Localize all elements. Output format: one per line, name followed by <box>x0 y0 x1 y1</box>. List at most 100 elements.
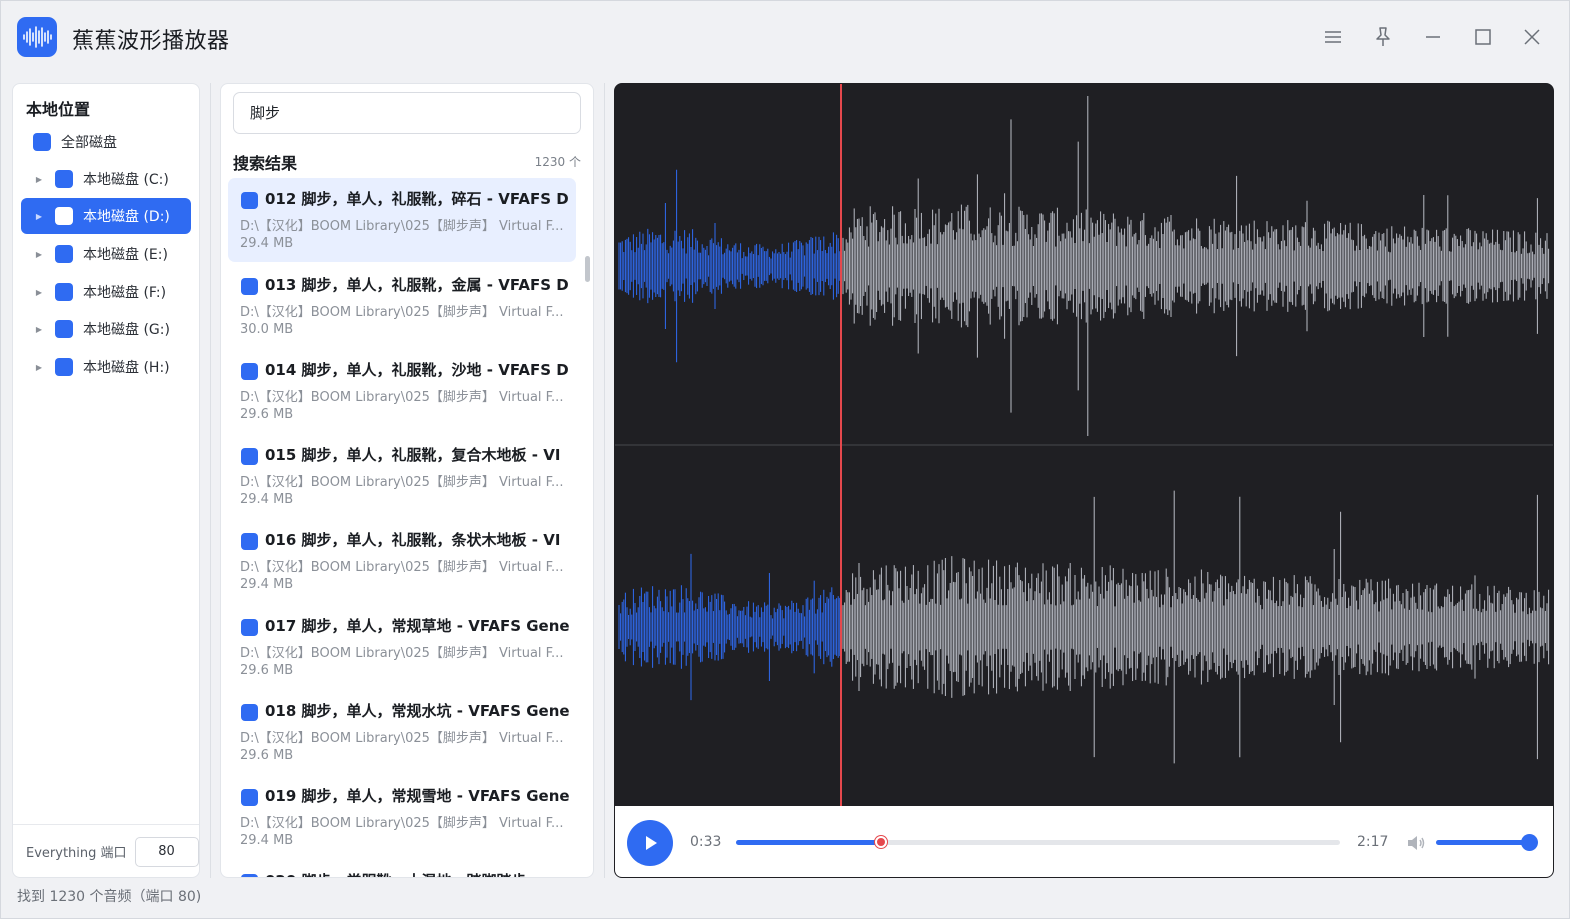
maximize-button[interactable] <box>1469 23 1497 51</box>
results-count: 1230 个 <box>534 155 581 169</box>
expand-arrow-icon[interactable]: ▶ <box>33 363 45 372</box>
volume-icon[interactable] <box>1405 832 1427 854</box>
menu-button[interactable] <box>1319 23 1347 51</box>
minimize-icon <box>1426 36 1440 38</box>
result-item[interactable]: 020 脚步，常服靴，土混地，踏脚踏步 <box>228 860 576 877</box>
audio-file-icon <box>241 619 258 636</box>
tree-item-label: 本地磁盘 (F:) <box>83 285 167 301</box>
audio-file-icon <box>241 278 258 295</box>
result-item[interactable]: 013 脚步，单人，礼服靴，金属 - VFAFS D D:\【汉化】BOOM L… <box>228 264 576 348</box>
result-path: D:\【汉化】BOOM Library\025【脚步声】 Virtual F..… <box>240 731 564 746</box>
result-size: 29.4 MB <box>240 236 294 251</box>
tree-item-all-disks[interactable]: 全部磁盘 <box>21 124 191 160</box>
result-item[interactable]: 016 脚步，单人，礼服靴，条状木地板 - VI D:\【汉化】BOOM Lib… <box>228 519 576 603</box>
location-panel: 本地位置 全部磁盘 ▶ 本地磁盘 (C:) ▶ 本地磁盘 (D:) ▶ 本地磁盘… <box>12 83 200 878</box>
tree-item-label: 全部磁盘 <box>61 135 117 151</box>
expand-arrow-icon[interactable]: ▶ <box>33 212 45 221</box>
tree-item-disk-c[interactable]: ▶ 本地磁盘 (C:) <box>21 161 191 197</box>
waveform-icon <box>17 17 57 57</box>
checkbox[interactable] <box>55 283 73 301</box>
maximize-icon <box>1475 29 1491 45</box>
results-scrollbar[interactable] <box>585 256 590 282</box>
splitter[interactable] <box>604 83 605 878</box>
audio-file-icon <box>241 874 258 877</box>
expand-arrow-icon[interactable]: ▶ <box>33 288 45 297</box>
result-list[interactable]: 012 脚步，单人，礼服靴，碎石 - VFAFS D D:\【汉化】BOOM L… <box>221 178 593 877</box>
tree-item-label: 本地磁盘 (D:) <box>83 209 170 225</box>
expand-arrow-icon[interactable]: ▶ <box>33 250 45 259</box>
pin-button[interactable] <box>1369 23 1397 51</box>
result-name: 013 脚步，单人，礼服靴，金属 - VFAFS D <box>265 276 569 294</box>
tree-item-label: 本地磁盘 (E:) <box>83 247 168 263</box>
splitter[interactable] <box>210 83 211 878</box>
port-setting: Everything 端口 80 <box>13 824 199 878</box>
checkbox[interactable] <box>55 207 73 225</box>
result-item[interactable]: 017 脚步，单人，常规草地 - VFAFS Gener D:\【汉化】BOOM… <box>228 605 576 689</box>
pin-icon <box>1376 27 1390 46</box>
result-item[interactable]: 015 脚步，单人，礼服靴，复合木地板 - VI D:\【汉化】BOOM Lib… <box>228 434 576 518</box>
results-title: 搜索结果 <box>233 154 298 173</box>
result-size: 29.6 MB <box>240 748 294 763</box>
total-time: 2:17 <box>1357 834 1389 850</box>
audio-file-icon <box>241 363 258 380</box>
result-name: 016 脚步，单人，礼服靴，条状木地板 - VI <box>265 531 561 549</box>
progress-handle[interactable] <box>874 836 887 848</box>
progress-slider[interactable] <box>736 836 1340 848</box>
player-controls: 0:33 2:17 <box>615 806 1553 877</box>
search-input[interactable]: 脚步 <box>233 92 581 134</box>
location-title: 本地位置 <box>26 100 91 119</box>
waveform-view[interactable] <box>615 84 1554 806</box>
current-time: 0:33 <box>690 834 722 850</box>
tree-item-label: 本地磁盘 (G:) <box>83 322 170 338</box>
result-name: 019 脚步，单人，常规雪地 - VFAFS Gener <box>265 787 569 805</box>
result-size: 30.0 MB <box>240 322 294 337</box>
audio-file-icon <box>241 704 258 721</box>
volume-handle[interactable] <box>1521 834 1539 851</box>
result-path: D:\【汉化】BOOM Library\025【脚步声】 Virtual F..… <box>240 219 564 234</box>
tree-item-label: 本地磁盘 (H:) <box>83 360 170 376</box>
result-path: D:\【汉化】BOOM Library\025【脚步声】 Virtual F..… <box>240 560 564 575</box>
title-bar: 蕉蕉波形播放器 <box>1 1 1570 73</box>
minimize-button[interactable] <box>1419 23 1447 51</box>
tree-item-disk-e[interactable]: ▶ 本地磁盘 (E:) <box>21 236 191 272</box>
checkbox[interactable] <box>55 358 73 376</box>
waveform-channel <box>618 96 1550 436</box>
port-label: Everything 端口 <box>26 846 127 861</box>
audio-file-icon <box>241 448 258 465</box>
app-window: 蕉蕉波形播放器 本地位置 全部磁盘 ▶ 本地磁盘 (C:) ▶ 本地磁盘 (D:… <box>0 0 1570 919</box>
close-button[interactable] <box>1518 23 1546 51</box>
result-item[interactable]: 018 脚步，单人，常规水坑 - VFAFS Gener D:\【汉化】BOOM… <box>228 690 576 774</box>
result-item[interactable]: 012 脚步，单人，礼服靴，碎石 - VFAFS D D:\【汉化】BOOM L… <box>228 178 576 262</box>
play-icon <box>646 836 657 850</box>
audio-file-icon <box>241 533 258 550</box>
volume-slider[interactable] <box>1436 834 1539 851</box>
expand-arrow-icon[interactable]: ▶ <box>33 175 45 184</box>
result-size: 29.6 MB <box>240 407 294 422</box>
checkbox[interactable] <box>55 170 73 188</box>
checkbox[interactable] <box>55 320 73 338</box>
result-name: 018 脚步，单人，常规水坑 - VFAFS Gener <box>265 702 569 720</box>
tree-item-disk-d[interactable]: ▶ 本地磁盘 (D:) <box>21 198 191 234</box>
checkbox[interactable] <box>55 245 73 263</box>
menu-icon <box>1325 31 1341 43</box>
tree-item-disk-g[interactable]: ▶ 本地磁盘 (G:) <box>21 311 191 347</box>
result-size: 29.4 MB <box>240 833 294 848</box>
tree-item-label: 本地磁盘 (C:) <box>83 172 169 188</box>
results-panel: 脚步 搜索结果 1230 个 012 脚步，单人，礼服靴，碎石 - VFAFS … <box>220 83 594 878</box>
volume-fill <box>1436 840 1531 845</box>
result-path: D:\【汉化】BOOM Library\025【脚步声】 Virtual F..… <box>240 816 564 831</box>
result-item[interactable]: 014 脚步，单人，礼服靴，沙地 - VFAFS D D:\【汉化】BOOM L… <box>228 349 576 433</box>
player-panel: 0:33 2:17 <box>614 83 1554 878</box>
audio-file-icon <box>241 192 258 209</box>
play-button[interactable] <box>627 820 673 866</box>
result-item[interactable]: 019 脚步，单人，常规雪地 - VFAFS Gener D:\【汉化】BOOM… <box>228 775 576 859</box>
result-name: 014 脚步，单人，礼服靴，沙地 - VFAFS D <box>265 361 569 379</box>
checkbox[interactable] <box>33 133 51 151</box>
tree-item-disk-f[interactable]: ▶ 本地磁盘 (F:) <box>21 274 191 310</box>
port-input[interactable]: 80 <box>134 836 199 867</box>
result-path: D:\【汉化】BOOM Library\025【脚步声】 Virtual F..… <box>240 390 564 405</box>
expand-arrow-icon[interactable]: ▶ <box>33 325 45 334</box>
result-name: 012 脚步，单人，礼服靴，碎石 - VFAFS D <box>265 190 569 208</box>
progress-fill <box>736 840 881 845</box>
tree-item-disk-h[interactable]: ▶ 本地磁盘 (H:) <box>21 349 191 385</box>
